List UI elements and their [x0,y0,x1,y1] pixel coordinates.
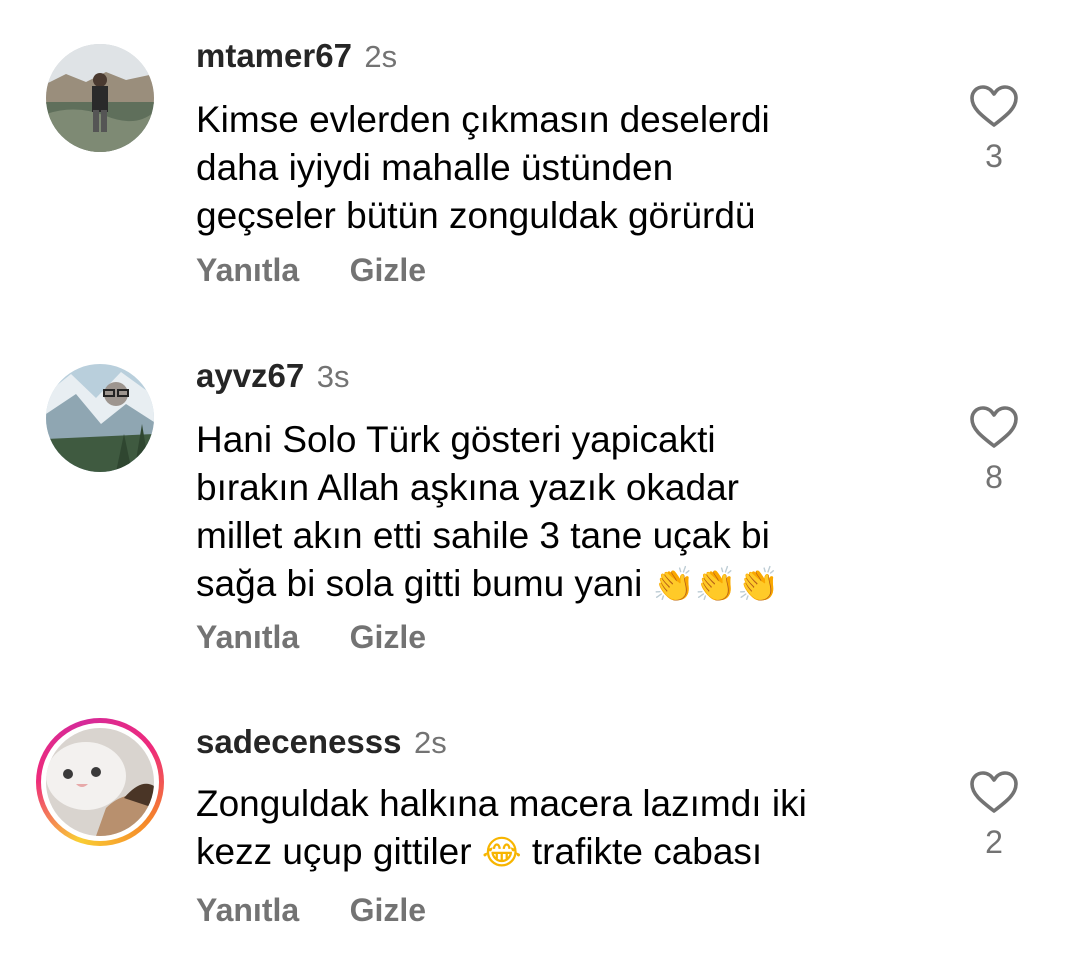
comment-text-line: sağa bi sola gitti bumu yani 👏👏👏 [196,560,926,609]
comment-text-line: Kimse evlerden çıkmasın deselerdi [196,99,770,140]
like-control: 3 [968,84,1020,174]
username[interactable]: mtamer67 [196,37,352,74]
comment-text-segment: sağa bi sola gitti bumu yani [196,563,643,604]
comment-actions: Yanıtla Gizle [196,890,426,930]
comment-meta: mtamer67 2s [196,36,397,76]
avatar-image [46,44,154,152]
comment-text: Hani Solo Türk gösteri yapicakti bırakın… [196,416,926,609]
comment-text-line: kezz uçup gittiler 😂 trafikte cabası [196,828,926,877]
comment-text: Kimse evlerden çıkmasın deselerdi daha i… [196,96,926,240]
comment-text-line: daha iyiydi mahalle üstünden [196,147,674,188]
comment-time: 2s [413,725,447,760]
avatar[interactable] [46,364,154,472]
comment-text-line: millet akın etti sahile 3 tane uçak bi [196,515,770,556]
heart-outline-icon[interactable] [969,405,1019,449]
like-count: 3 [985,138,1003,174]
hide-button[interactable]: Gizle [350,617,426,657]
comment-item: ayvz67 3s Hani Solo Türk gösteri yapicak… [0,340,1079,670]
comment-meta: sadecenesss 2s [196,722,447,762]
comment-actions: Yanıtla Gizle [196,617,426,657]
comment-item: sadecenesss 2s Zonguldak halkına macera … [0,700,1079,964]
like-control: 2 [968,770,1020,860]
comment-meta: ayvz67 3s [196,356,349,396]
comment-time: 3s [316,359,350,394]
comment-text-line: Hani Solo Türk gösteri yapicakti [196,419,716,460]
story-ring[interactable] [36,718,164,846]
comment-actions: Yanıtla Gizle [196,250,426,290]
reply-button[interactable]: Yanıtla [196,250,299,290]
avatar-image [46,728,154,836]
laughing-tears-emoji: 😂 [481,833,522,873]
comment-time: 2s [364,39,398,74]
username[interactable]: ayvz67 [196,357,304,394]
avatar-image [46,364,154,472]
heart-outline-icon[interactable] [969,770,1019,814]
hide-button[interactable]: Gizle [350,890,426,930]
reply-button[interactable]: Yanıtla [196,617,299,657]
avatar[interactable] [46,728,154,836]
avatar[interactable] [46,44,154,152]
comment-text-line: bırakın Allah aşkına yazık okadar [196,467,739,508]
comment-text-line: geçseler bütün zonguldak görürdü [196,195,756,236]
like-control: 8 [968,405,1020,495]
comment-text: Zonguldak halkına macera lazımdı iki kez… [196,780,926,877]
reply-button[interactable]: Yanıtla [196,890,299,930]
heart-outline-icon[interactable] [969,84,1019,128]
like-count: 8 [985,459,1003,495]
like-count: 2 [985,824,1003,860]
username[interactable]: sadecenesss [196,723,402,760]
comment-text-segment: trafikte cabası [531,831,763,872]
hide-button[interactable]: Gizle [350,250,426,290]
comment-item: mtamer67 2s Kimse evlerden çıkmasın dese… [0,0,1079,320]
clapping-hands-emoji: 👏👏👏 [652,565,780,605]
comment-text-line: Zonguldak halkına macera lazımdı iki [196,783,807,824]
comment-text-segment: kezz uçup gittiler [196,831,472,872]
